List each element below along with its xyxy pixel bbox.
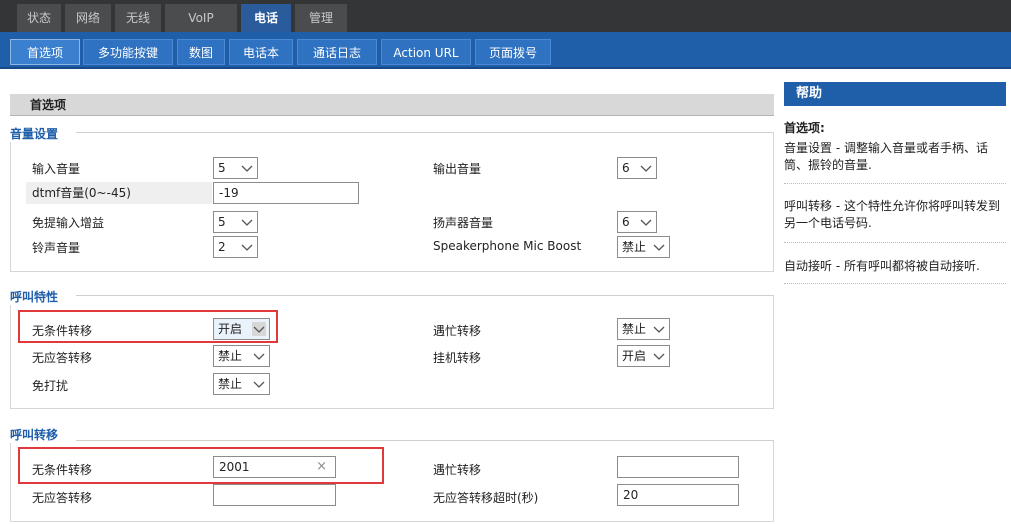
- sub-tab-phonebook[interactable]: 电话本: [229, 39, 293, 65]
- top-nav-bar: 状态 网络 无线 VoIP 电话 管理: [0, 0, 1011, 32]
- top-tab-management[interactable]: 管理: [295, 4, 347, 32]
- chevron-down-icon: [652, 240, 666, 254]
- busy-forward-number-input[interactable]: [617, 456, 739, 478]
- clear-icon[interactable]: ×: [316, 457, 327, 477]
- help-item-volume: 音量设置 - 调整输入音量或者手柄、话筒、振铃的音量.: [784, 141, 988, 172]
- chevron-down-icon: [252, 377, 266, 391]
- chevron-down-icon: [240, 240, 254, 254]
- top-tab-wireless[interactable]: 无线: [115, 4, 161, 32]
- top-tab-status[interactable]: 状态: [17, 4, 61, 32]
- ring-volume-value: 2: [218, 240, 226, 254]
- no-answer-forward-feature-label: 无应答转移: [32, 351, 93, 365]
- call-forward-section-legend: 呼叫转移: [10, 426, 63, 443]
- help-item-forward: 呼叫转移 - 这个特性允许你将呼叫转发到另一个电话号码.: [784, 199, 1000, 230]
- call-forward-section-divider: [76, 440, 774, 441]
- top-tab-voip[interactable]: VoIP: [165, 4, 237, 32]
- no-answer-forward-number-input[interactable]: [213, 484, 336, 506]
- no-answer-forward-number-label: 无应答转移: [32, 491, 93, 505]
- handsfree-gain-select[interactable]: 5: [213, 211, 258, 233]
- output-volume-select[interactable]: 6: [617, 157, 657, 179]
- dnd-select[interactable]: 禁止: [213, 373, 270, 395]
- dnd-label: 免打扰: [32, 379, 69, 393]
- call-features-section-legend: 呼叫特性: [10, 288, 63, 305]
- unconditional-forward-feature-value: 开启: [218, 322, 243, 336]
- chevron-down-icon: [652, 349, 666, 363]
- sub-tab-call-log[interactable]: 通话日志: [297, 39, 377, 65]
- input-volume-select[interactable]: 5: [213, 157, 258, 179]
- no-answer-timeout-value: 20: [623, 488, 639, 502]
- speaker-volume-value: 6: [622, 215, 630, 229]
- mic-boost-value: 禁止: [622, 240, 647, 254]
- top-tab-network[interactable]: 网络: [65, 4, 111, 32]
- call-features-section-divider: [76, 295, 774, 296]
- ring-volume-label: 铃声音量: [32, 241, 81, 255]
- no-answer-timeout-label: 无应答转移超时(秒): [433, 491, 539, 505]
- sub-tab-action-url[interactable]: Action URL: [381, 39, 471, 65]
- onhook-forward-value: 开启: [622, 349, 647, 363]
- dtmf-volume-value: -19: [219, 186, 239, 200]
- unconditional-forward-number-input[interactable]: 2001 ×: [213, 456, 336, 478]
- sub-nav-bar: 首选项 多功能按键 数图 电话本 通话日志 Action URL 页面拨号: [0, 32, 1011, 69]
- busy-forward-number-label: 遇忙转移: [433, 463, 482, 477]
- unconditional-forward-feature-label: 无条件转移: [32, 324, 93, 338]
- sub-tab-page-dial[interactable]: 页面拨号: [475, 39, 551, 65]
- unconditional-forward-number-label: 无条件转移: [32, 463, 93, 477]
- dtmf-volume-label: dtmf音量(0~-45): [26, 182, 212, 204]
- chevron-down-icon: [252, 322, 266, 336]
- no-answer-forward-feature-select[interactable]: 禁止: [213, 345, 270, 367]
- no-answer-timeout-input[interactable]: 20: [617, 484, 739, 506]
- unconditional-forward-feature-select[interactable]: 开启: [213, 318, 270, 340]
- chevron-down-icon: [652, 322, 666, 336]
- input-volume-value: 5: [218, 161, 226, 175]
- no-answer-forward-feature-value: 禁止: [218, 349, 243, 363]
- output-volume-value: 6: [622, 161, 630, 175]
- sub-tab-function-keys[interactable]: 多功能按键: [83, 39, 173, 65]
- chevron-down-icon: [639, 215, 653, 229]
- speaker-volume-select[interactable]: 6: [617, 211, 657, 233]
- dtmf-volume-input[interactable]: -19: [213, 182, 359, 204]
- output-volume-label: 输出音量: [433, 162, 482, 176]
- top-tab-phone[interactable]: 电话: [241, 4, 291, 32]
- onhook-forward-label: 挂机转移: [433, 351, 482, 365]
- sub-tab-preferences[interactable]: 首选项: [10, 39, 80, 65]
- mic-boost-label: Speakerphone Mic Boost: [433, 239, 582, 253]
- handsfree-gain-value: 5: [218, 215, 226, 229]
- chevron-down-icon: [639, 161, 653, 175]
- speaker-volume-label: 扬声器音量: [433, 216, 494, 230]
- handsfree-gain-label: 免提输入增益: [32, 216, 105, 230]
- help-title: 帮助: [784, 82, 1006, 106]
- volume-section-divider: [76, 132, 774, 133]
- chevron-down-icon: [240, 161, 254, 175]
- help-heading: 首选项:: [784, 121, 825, 135]
- chevron-down-icon: [240, 215, 254, 229]
- busy-forward-feature-value: 禁止: [622, 322, 647, 336]
- ring-volume-select[interactable]: 2: [213, 236, 258, 258]
- help-divider: [784, 242, 1006, 243]
- input-volume-label: 输入音量: [32, 162, 81, 176]
- volume-section-legend: 音量设置: [10, 125, 63, 142]
- sub-tab-dial-plan[interactable]: 数图: [177, 39, 225, 65]
- dnd-value: 禁止: [218, 377, 243, 391]
- help-divider: [784, 183, 1006, 184]
- help-item-autoanswer: 自动接听 - 所有呼叫都将被自动接听.: [784, 259, 980, 273]
- unconditional-forward-number-value: 2001: [219, 460, 250, 474]
- onhook-forward-select[interactable]: 开启: [617, 345, 670, 367]
- busy-forward-feature-select[interactable]: 禁止: [617, 318, 670, 340]
- page-title: 首选项: [10, 94, 774, 116]
- help-divider: [784, 283, 1006, 284]
- mic-boost-select[interactable]: 禁止: [617, 236, 670, 258]
- busy-forward-feature-label: 遇忙转移: [433, 324, 482, 338]
- chevron-down-icon: [252, 349, 266, 363]
